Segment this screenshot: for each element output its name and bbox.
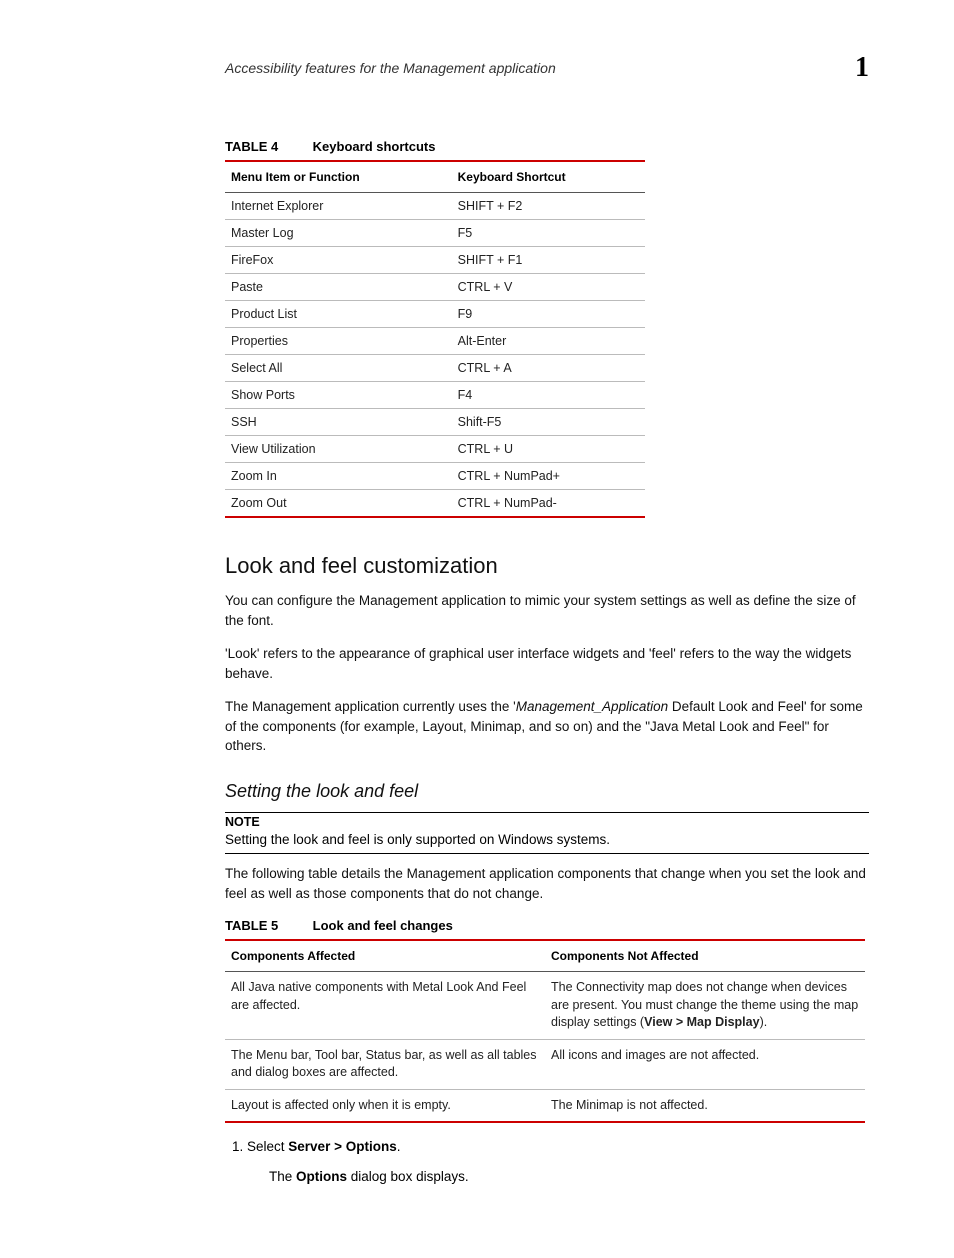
- cell-shortcut: CTRL + U: [452, 436, 645, 463]
- menu-path: Server > Options: [288, 1139, 396, 1154]
- table-row: Zoom OutCTRL + NumPad-: [225, 490, 645, 518]
- cell-shortcut: CTRL + V: [452, 274, 645, 301]
- table4-header-shortcut: Keyboard Shortcut: [452, 161, 645, 193]
- cell-function: SSH: [225, 409, 452, 436]
- running-header: Accessibility features for the Managemen…: [225, 60, 869, 78]
- section-heading-look-and-feel: Look and feel customization: [225, 553, 869, 579]
- table-row: SSHShift-F5: [225, 409, 645, 436]
- table-row: PropertiesAlt-Enter: [225, 328, 645, 355]
- cell-shortcut: F4: [452, 382, 645, 409]
- keyboard-shortcuts-table: Menu Item or Function Keyboard Shortcut …: [225, 160, 645, 518]
- cell-affected: The Menu bar, Tool bar, Status bar, as w…: [225, 1039, 545, 1089]
- body-paragraph: The Management application currently use…: [225, 697, 869, 756]
- cell-function: Properties: [225, 328, 452, 355]
- cell-shortcut: CTRL + NumPad+: [452, 463, 645, 490]
- chapter-number: 1: [855, 52, 869, 84]
- dialog-name: Options: [296, 1169, 347, 1184]
- cell-shortcut: CTRL + NumPad-: [452, 490, 645, 518]
- note-block: NOTE Setting the look and feel is only s…: [225, 812, 869, 854]
- table-row: Product ListF9: [225, 301, 645, 328]
- table-row: Internet ExplorerSHIFT + F2: [225, 193, 645, 220]
- text-fragment: The Minimap is not affected.: [551, 1098, 708, 1112]
- cell-function: Internet Explorer: [225, 193, 452, 220]
- text-fragment: Select: [247, 1139, 288, 1154]
- cell-function: Paste: [225, 274, 452, 301]
- body-paragraph: The following table details the Manageme…: [225, 864, 869, 903]
- table5-header-not-affected: Components Not Affected: [545, 940, 865, 972]
- table5-header-affected: Components Affected: [225, 940, 545, 972]
- table4-header-function: Menu Item or Function: [225, 161, 452, 193]
- page: Accessibility features for the Managemen…: [0, 0, 954, 1258]
- table-row: Zoom InCTRL + NumPad+: [225, 463, 645, 490]
- table-row: Select AllCTRL + A: [225, 355, 645, 382]
- table-row: Show PortsF4: [225, 382, 645, 409]
- bold-text: View > Map Display: [644, 1015, 759, 1029]
- cell-function: Zoom In: [225, 463, 452, 490]
- table-row: The Menu bar, Tool bar, Status bar, as w…: [225, 1039, 865, 1089]
- table-row: PasteCTRL + V: [225, 274, 645, 301]
- table5-title: Look and feel changes: [313, 918, 453, 933]
- table4-caption: TABLE 4 Keyboard shortcuts: [225, 138, 869, 156]
- table5-caption: TABLE 5 Look and feel changes: [225, 917, 869, 935]
- cell-shortcut: SHIFT + F2: [452, 193, 645, 220]
- emphasis-text: Management_Application: [516, 699, 668, 714]
- text-fragment: The Management application currently use…: [225, 699, 516, 714]
- table-row: Layout is affected only when it is empty…: [225, 1089, 865, 1122]
- table-row: FireFoxSHIFT + F1: [225, 247, 645, 274]
- running-header-title: Accessibility features for the Managemen…: [225, 60, 556, 76]
- note-text: Setting the look and feel is only suppor…: [225, 832, 610, 847]
- text-fragment: The: [269, 1169, 296, 1184]
- cell-shortcut: Shift-F5: [452, 409, 645, 436]
- cell-function: FireFox: [225, 247, 452, 274]
- step-1: Select Server > Options. The Options dia…: [247, 1137, 869, 1188]
- table-row: Master LogF5: [225, 220, 645, 247]
- cell-function: Product List: [225, 301, 452, 328]
- body-paragraph: You can configure the Management applica…: [225, 591, 869, 630]
- cell-function: Show Ports: [225, 382, 452, 409]
- body-paragraph: 'Look' refers to the appearance of graph…: [225, 644, 869, 683]
- step-1-result: The Options dialog box displays.: [269, 1167, 869, 1187]
- cell-affected: All Java native components with Metal Lo…: [225, 972, 545, 1040]
- cell-shortcut: Alt-Enter: [452, 328, 645, 355]
- table-row: All Java native components with Metal Lo…: [225, 972, 865, 1040]
- text-fragment: .: [397, 1139, 401, 1154]
- cell-affected: Layout is affected only when it is empty…: [225, 1089, 545, 1122]
- cell-shortcut: SHIFT + F1: [452, 247, 645, 274]
- cell-shortcut: CTRL + A: [452, 355, 645, 382]
- subsection-heading-setting-look-and-feel: Setting the look and feel: [225, 781, 869, 802]
- cell-shortcut: F5: [452, 220, 645, 247]
- cell-shortcut: F9: [452, 301, 645, 328]
- table-row: View UtilizationCTRL + U: [225, 436, 645, 463]
- note-label: NOTE: [225, 815, 869, 829]
- table4-label: TABLE 4: [225, 139, 278, 154]
- text-fragment: dialog box displays.: [347, 1169, 469, 1184]
- cell-function: View Utilization: [225, 436, 452, 463]
- cell-function: Select All: [225, 355, 452, 382]
- look-and-feel-changes-table: Components Affected Components Not Affec…: [225, 939, 865, 1123]
- text-fragment: All icons and images are not affected.: [551, 1048, 759, 1062]
- table4-title: Keyboard shortcuts: [313, 139, 436, 154]
- cell-not-affected: All icons and images are not affected.: [545, 1039, 865, 1089]
- cell-function: Zoom Out: [225, 490, 452, 518]
- cell-not-affected: The Connectivity map does not change whe…: [545, 972, 865, 1040]
- text-fragment: ).: [760, 1015, 768, 1029]
- table5-label: TABLE 5: [225, 918, 278, 933]
- cell-function: Master Log: [225, 220, 452, 247]
- procedure-steps: Select Server > Options. The Options dia…: [225, 1137, 869, 1188]
- cell-not-affected: The Minimap is not affected.: [545, 1089, 865, 1122]
